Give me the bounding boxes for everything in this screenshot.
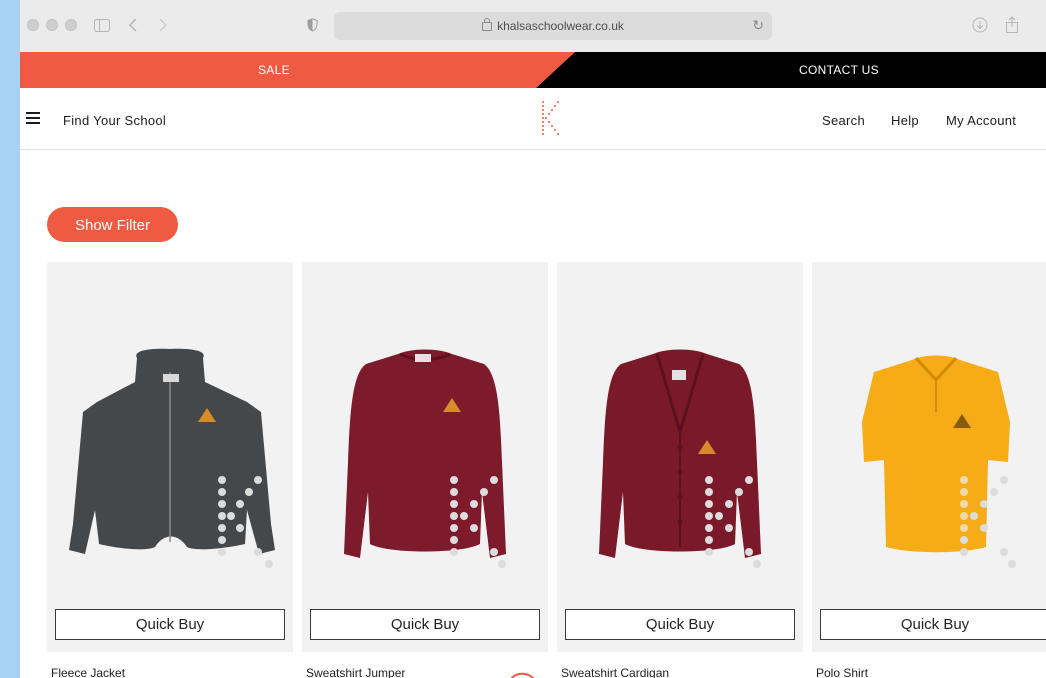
search-link[interactable]: Search — [822, 113, 865, 128]
browser-window: khalsaschoolwear.co.uk ↻ SALE CONTACT US… — [20, 0, 1046, 678]
product-card-sweatshirt-jumper[interactable]: Quick Buy — [302, 262, 548, 652]
forward-icon[interactable] — [156, 14, 170, 36]
sweatshirt-jumper-image — [344, 349, 506, 568]
product-name[interactable]: Sweatshirt Cardigan — [561, 666, 669, 678]
close-window-button[interactable] — [27, 19, 39, 31]
back-icon[interactable] — [126, 14, 140, 36]
my-account-link[interactable]: My Account — [946, 113, 1016, 128]
product-name[interactable]: Fleece Jacket — [51, 666, 125, 678]
partial-badge-icon — [510, 672, 535, 678]
downloads-icon[interactable] — [970, 14, 990, 36]
product-card-fleece-jacket[interactable]: Quick Buy — [47, 262, 293, 652]
quick-buy-button[interactable]: Quick Buy — [565, 609, 795, 640]
site-header: Find Your School Search Help My Account — [20, 88, 1046, 150]
promo-background — [20, 52, 1046, 88]
browser-toolbar: khalsaschoolwear.co.uk ↻ — [20, 0, 1046, 53]
minimize-window-button[interactable] — [46, 19, 58, 31]
show-filter-button[interactable]: Show Filter — [47, 207, 178, 242]
polo-shirt-image — [862, 355, 1016, 568]
zoom-window-button[interactable] — [65, 19, 77, 31]
product-name[interactable]: Polo Shirt — [816, 666, 868, 678]
url-text: khalsaschoolwear.co.uk — [497, 19, 624, 33]
product-name[interactable]: Sweatshirt Jumper — [306, 666, 405, 678]
shield-icon[interactable] — [305, 14, 319, 36]
product-card-sweatshirt-cardigan[interactable]: Quick Buy — [557, 262, 803, 652]
logo-k-icon — [542, 101, 559, 135]
quick-buy-button[interactable]: Quick Buy — [310, 609, 540, 640]
fleece-jacket-image — [69, 348, 275, 568]
sidebar-icon[interactable] — [93, 14, 111, 36]
contact-us-link[interactable]: CONTACT US — [799, 63, 879, 77]
sweatshirt-cardigan-image — [599, 349, 761, 568]
product-card-polo-shirt[interactable]: Quick Buy — [812, 262, 1046, 652]
address-bar[interactable]: khalsaschoolwear.co.uk ↻ — [334, 12, 772, 40]
menu-icon[interactable] — [26, 112, 40, 124]
promo-bar: SALE CONTACT US — [20, 52, 1046, 88]
lock-icon — [482, 18, 493, 31]
help-link[interactable]: Help — [891, 113, 919, 128]
site-logo[interactable] — [540, 100, 564, 143]
quick-buy-button[interactable]: Quick Buy — [820, 609, 1046, 640]
reload-icon[interactable]: ↻ — [752, 17, 764, 34]
sale-link[interactable]: SALE — [258, 63, 290, 77]
share-icon[interactable] — [1002, 14, 1022, 36]
find-your-school-link[interactable]: Find Your School — [63, 113, 166, 128]
quick-buy-button[interactable]: Quick Buy — [55, 609, 285, 640]
